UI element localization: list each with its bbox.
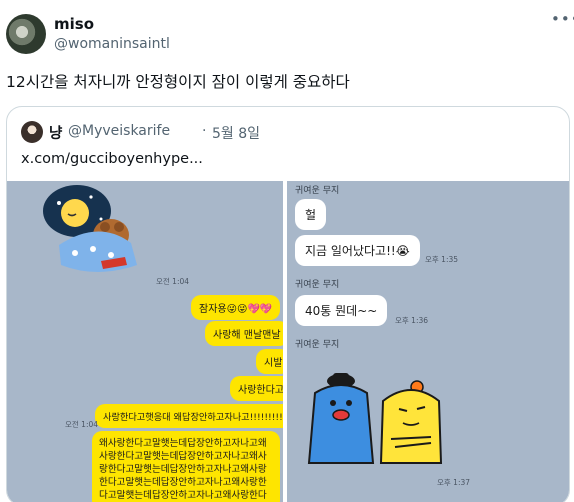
message-time: 오후 1:36 xyxy=(395,316,429,325)
message-time: 오후 1:37 xyxy=(437,478,471,487)
chat-bubble: 사랑한다고 xyxy=(230,376,283,401)
message-time: 오후 1:35 xyxy=(425,255,459,264)
chat-bubble: 잠자용😜😜💖💖 xyxy=(191,295,281,320)
tweet-header: miso @womaninsaintl ••• xyxy=(0,0,574,64)
separator-dot: · xyxy=(202,123,207,139)
chat-bubble: 사랑한다고햇응대 왜답장안하고자나고!!!!!!!!!' xyxy=(95,404,283,428)
avatar[interactable] xyxy=(6,14,46,54)
quoted-media[interactable]: 오전 1:04 잠자용😜😜💖💖 사랑해 맨날맨날 시발 사랑한다고 사랑한다고햇… xyxy=(7,181,569,502)
user-handle[interactable]: @womaninsaintl xyxy=(54,36,170,52)
muzi-con-sticker-icon xyxy=(307,373,443,464)
sleeping-sticker-icon xyxy=(43,185,137,272)
quoted-date[interactable]: 5월 8일 xyxy=(212,123,260,143)
chat-bubble: 40통 뭔데~~ xyxy=(295,295,388,326)
message-time: 오전 1:04 xyxy=(156,277,190,286)
chat-bubble: 지금 일어났다고!!😭 xyxy=(295,235,420,266)
chat-bubble: 시발 xyxy=(256,349,283,374)
quoted-avatar[interactable] xyxy=(21,121,43,143)
message-time: 오전 1:04 xyxy=(65,420,99,429)
more-options-icon[interactable]: ••• xyxy=(551,11,574,27)
quoted-tweet-card[interactable]: 냥 @Myveiskarife · 5월 8일 x.com/gucciboyen… xyxy=(6,106,570,502)
chat-screenshot-right[interactable]: 귀여운 무지 헐 지금 일어났다고!!😭 오후 1:35 귀여운 무지 40통 … xyxy=(287,181,569,502)
display-name[interactable]: miso xyxy=(54,15,94,33)
chat-bubble: 사랑해 맨날맨날 xyxy=(205,321,283,346)
quoted-display-name[interactable]: 냥 xyxy=(49,122,62,143)
quoted-handle[interactable]: @Myveiskarife xyxy=(68,123,170,139)
sender-name: 귀여운 무지 xyxy=(295,186,340,196)
chat-screenshot-left[interactable]: 오전 1:04 잠자용😜😜💖💖 사랑해 맨날맨날 시발 사랑한다고 사랑한다고햇… xyxy=(7,181,283,502)
sender-name: 귀여운 무지 xyxy=(295,340,340,350)
quoted-link-text[interactable]: x.com/gucciboyenhype... xyxy=(21,151,203,167)
chat-bubble: 헐 xyxy=(295,199,327,230)
tweet-text: 12시간을 처자니까 안정형이지 잠이 이렇게 중요하다 xyxy=(6,73,350,91)
long-message-bubble: 왜사랑한다고말햇는데답장안하고자나고왜사랑한다고말햇는데답장안하고자나고왜사랑한… xyxy=(92,431,280,502)
sender-name: 귀여운 무지 xyxy=(295,280,340,290)
